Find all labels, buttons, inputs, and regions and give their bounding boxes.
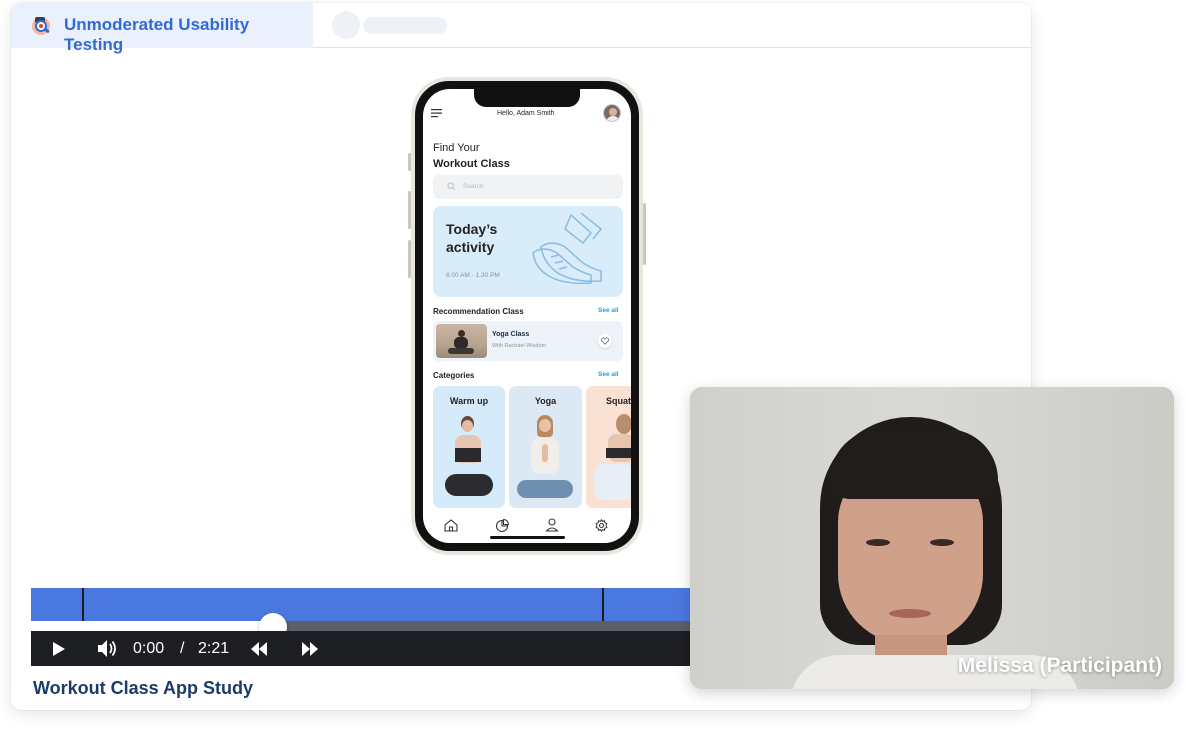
tab-usability-testing[interactable]: Unmoderated Usability Testing (11, 3, 313, 54)
user-avatar[interactable] (603, 104, 621, 122)
activity-title-line2: activity (446, 239, 495, 255)
volume-icon[interactable] (98, 640, 118, 657)
profile-icon[interactable] (545, 518, 559, 532)
app-logo-icon (32, 17, 50, 35)
phone-side-button (643, 203, 646, 265)
heading-line2: Workout Class (433, 158, 510, 170)
recommendation-see-all-link[interactable]: See all (598, 307, 619, 314)
participant-eye (866, 539, 890, 546)
category-label: Yoga (534, 396, 557, 406)
phone-screen: Hello, Adam Smith Find Your Workout Clas… (423, 89, 631, 543)
rewind-icon[interactable] (251, 642, 267, 656)
top-bar: Unmoderated Usability Testing (11, 3, 1031, 54)
recommended-class-name: Yoga Class (492, 331, 530, 338)
phone-mockup: Hello, Adam Smith Find Your Workout Clas… (411, 77, 643, 555)
category-label: Squat (606, 396, 631, 406)
play-icon[interactable] (52, 642, 65, 656)
category-card-yoga[interactable]: Yoga (509, 386, 582, 508)
participant-webcam[interactable]: Melissa (Participant) (690, 387, 1174, 689)
category-label: Warm up (449, 396, 489, 406)
current-time: 0:00 (133, 640, 165, 657)
participant-eye (930, 539, 954, 546)
heart-icon (601, 337, 609, 345)
loading-tab-label (363, 17, 447, 34)
today-activity-card[interactable]: Today’s activity 8.00 AM - 1.30 PM (433, 206, 623, 297)
stats-icon[interactable] (495, 519, 509, 532)
heading-line1: Find Your (433, 142, 480, 154)
home-indicator (490, 536, 565, 539)
yoga-class-thumbnail (436, 324, 487, 358)
phone-notch (474, 89, 580, 107)
sneakers-illustration-icon (532, 212, 603, 285)
search-icon (447, 182, 456, 191)
recommendation-header: Recommendation Class (433, 307, 524, 316)
duration-time: 2:21 (198, 640, 230, 657)
timeline-marker[interactable] (82, 588, 84, 621)
bottom-nav (423, 513, 631, 543)
recommended-class-card[interactable]: Yoga Class With Rachael Wisdom (433, 321, 623, 361)
favorite-heart-button[interactable] (598, 334, 612, 348)
search-input[interactable]: Search (433, 175, 623, 199)
categories-see-all-link[interactable]: See all (598, 371, 619, 378)
activity-time: 8.00 AM - 1.30 PM (446, 272, 500, 279)
category-card-squat[interactable]: Squat (586, 386, 631, 508)
progress-fill (31, 621, 273, 631)
categories-header: Categories (433, 371, 475, 380)
fast-forward-icon[interactable] (302, 642, 318, 656)
time-separator: / (180, 640, 185, 657)
activity-title-line1: Today’s (446, 221, 498, 237)
category-card-warm-up[interactable]: Warm up (433, 386, 505, 508)
gear-icon[interactable] (595, 519, 608, 532)
study-title: Workout Class App Study (33, 678, 254, 698)
recommended-class-instructor: With Rachael Wisdom (492, 343, 547, 349)
timeline-marker[interactable] (602, 588, 604, 621)
loading-tab-avatar (332, 11, 360, 39)
participant-label: Melissa (Participant) (957, 654, 1162, 677)
home-icon[interactable] (444, 519, 458, 532)
participant-mouth (889, 609, 931, 618)
greeting-text: Hello, Adam Smith (497, 110, 555, 117)
app-title: Unmoderated Usability Testing (64, 15, 250, 54)
menu-icon[interactable] (431, 109, 443, 118)
participant-bangs (830, 429, 998, 499)
search-placeholder: Search (463, 183, 484, 190)
